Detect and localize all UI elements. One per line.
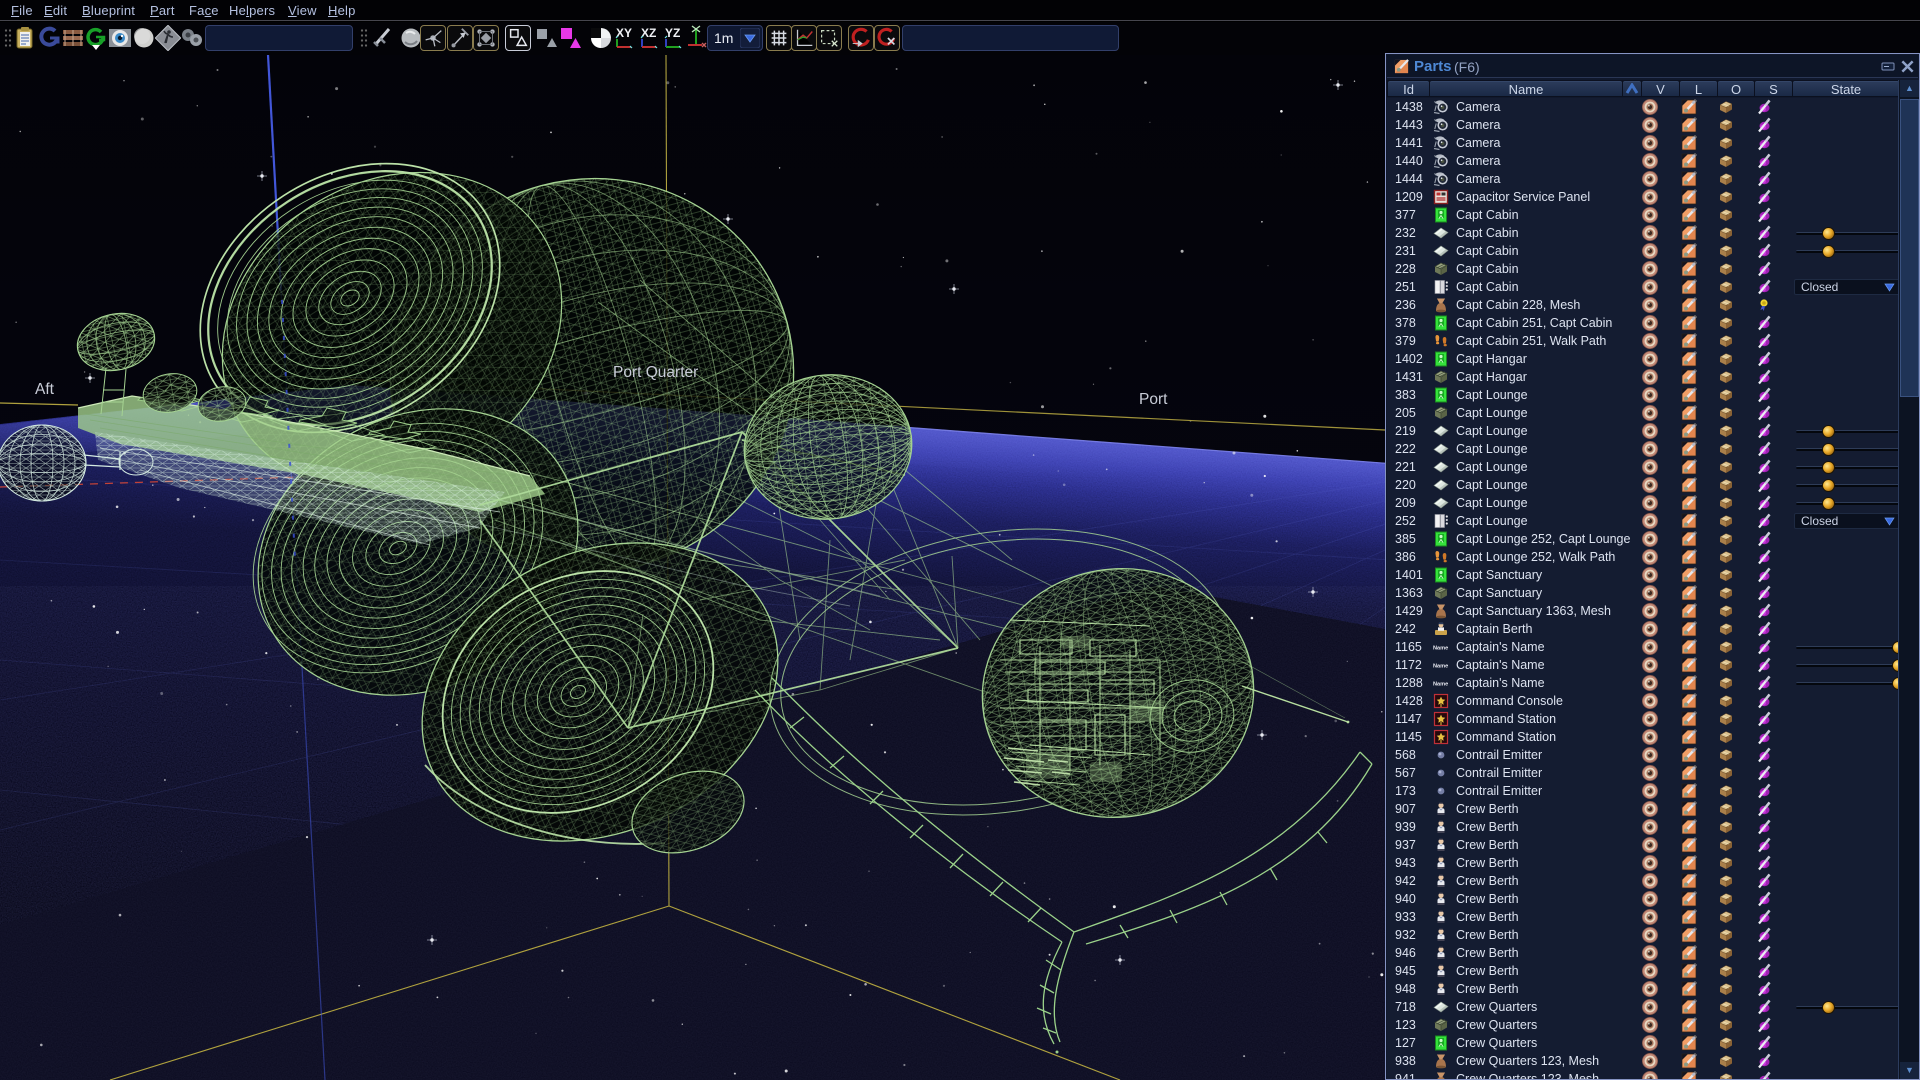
svg-text:Port: Port — [1139, 391, 1168, 408]
svg-text:XZ: XZ — [641, 26, 656, 40]
svg-text:YZ: YZ — [665, 26, 680, 40]
svg-text:Port Quarter: Port Quarter — [613, 364, 698, 381]
svg-text:Aft: Aft — [35, 381, 55, 398]
svg-text:XY: XY — [616, 26, 632, 40]
